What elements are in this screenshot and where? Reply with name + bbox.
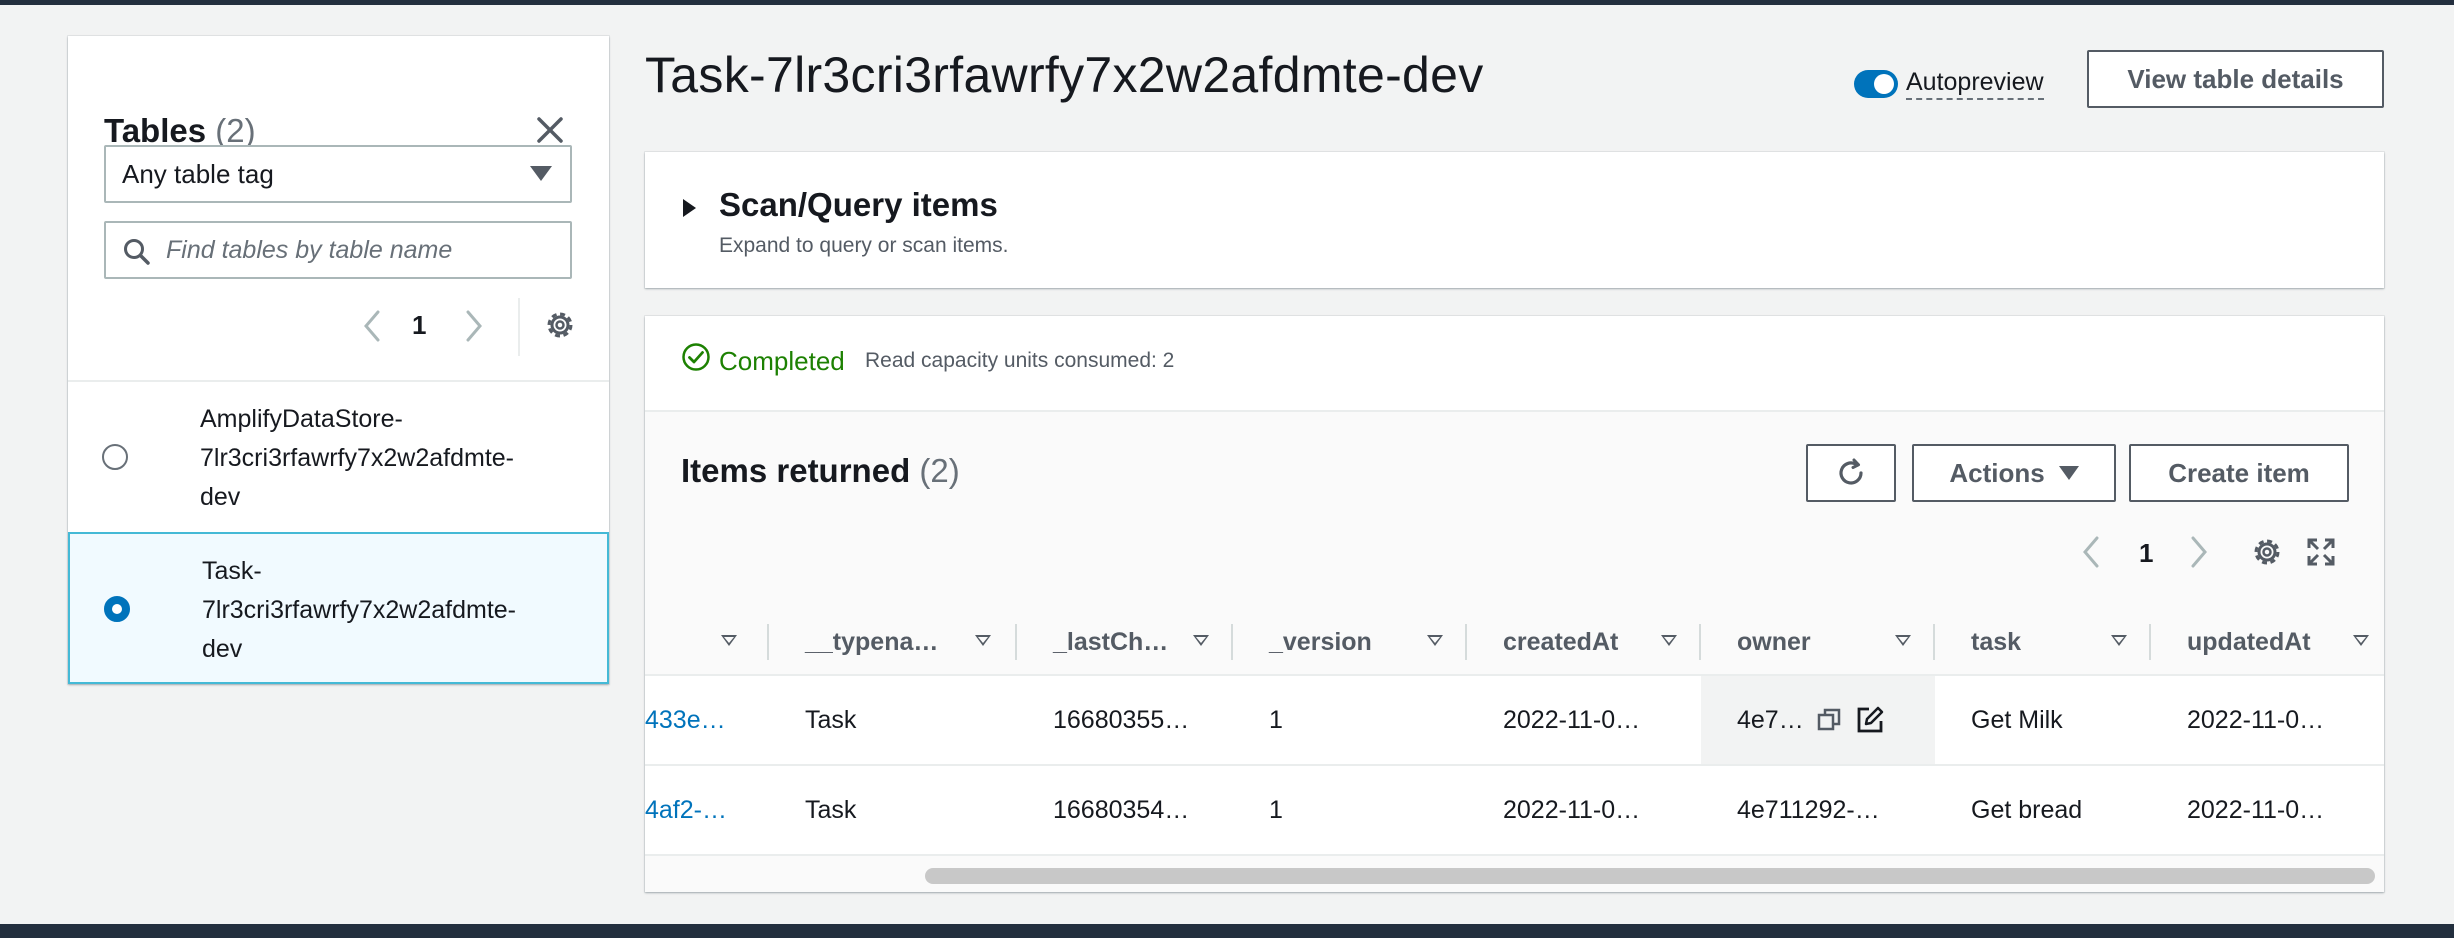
items-count: (2) [919, 452, 960, 489]
table-header: __typena… _lastCh… _version createdAt ow [645, 608, 2384, 676]
autopreview-label[interactable]: Autopreview [1906, 68, 2044, 100]
scan-query-subtitle: Expand to query or scan items. [719, 234, 1009, 257]
cell-updatedat: 2022-11-0… [2187, 795, 2325, 824]
radio-unselected[interactable] [102, 444, 128, 470]
column-header-owner[interactable]: owner [1701, 608, 1935, 676]
column-header-id[interactable] [645, 608, 769, 676]
cell-typename: Task [805, 705, 857, 734]
sidebar-page-number[interactable]: 1 [412, 310, 426, 341]
items-returned-heading: Items returned (2) [681, 452, 960, 489]
horizontal-scrollbar[interactable] [925, 868, 2375, 884]
scan-query-title[interactable]: Scan/Query items [719, 186, 998, 224]
items-panel: Completed Read capacity units consumed: … [645, 316, 2384, 892]
cell-owner: 4e7… [1701, 676, 1935, 764]
close-sidebar-button[interactable] [530, 110, 570, 150]
toggle-switch[interactable] [1854, 70, 1898, 98]
column-header-updatedat[interactable]: updatedAt [2151, 608, 2384, 676]
column-header-task[interactable]: task [1935, 608, 2151, 676]
cell-task: Get Milk [1971, 705, 2063, 734]
refresh-button[interactable] [1806, 444, 1896, 502]
close-icon [537, 117, 563, 143]
table-search-input[interactable]: Find tables by table name [104, 221, 572, 279]
table-row-amplifydatastore[interactable]: AmplifyDataStore- 7lr3cri3rfawrfy7x2w2af… [68, 380, 609, 530]
column-header-lastchanged[interactable]: _lastCh… [1017, 608, 1233, 676]
caret-down-icon [2058, 466, 2079, 480]
cell-createdat: 2022-11-0… [1503, 705, 1641, 734]
item-id-link[interactable]: 4af2-… [645, 766, 769, 854]
radio-selected[interactable] [104, 596, 130, 622]
pager-divider [518, 298, 520, 356]
status-text: Completed [719, 346, 845, 376]
actions-label: Actions [1949, 457, 2045, 488]
cell-lastchanged: 16680355… [1053, 705, 1190, 734]
sort-icon[interactable] [1427, 635, 1443, 646]
sort-icon[interactable] [2111, 635, 2127, 646]
search-placeholder: Find tables by table name [166, 235, 453, 264]
sort-icon[interactable] [1661, 635, 1677, 646]
tables-count: (2) [215, 112, 256, 149]
cell-version: 1 [1269, 795, 1283, 824]
top-nav-edge [0, 0, 2454, 5]
chevron-left-icon[interactable] [358, 308, 388, 344]
table-tag-select[interactable]: Any table tag [104, 145, 572, 203]
table-row-task[interactable]: Task- 7lr3cri3rfawrfy7x2w2afdmte- dev [68, 532, 609, 684]
caret-right-icon[interactable] [683, 199, 696, 217]
view-table-details-button[interactable]: View table details [2087, 50, 2384, 108]
edit-icon[interactable] [1856, 706, 1884, 734]
column-header-version[interactable]: _version [1233, 608, 1467, 676]
cell-lastchanged: 16680354… [1053, 795, 1190, 824]
sort-icon[interactable] [1193, 635, 1209, 646]
table-tag-select-value: Any table tag [122, 158, 274, 189]
search-icon [124, 239, 150, 265]
tables-sidebar: Tables (2) Any table tag Find tables by … [68, 36, 609, 684]
cell-owner: 4e711292-… [1737, 795, 1880, 824]
item-id-link[interactable]: 433e… [645, 676, 769, 764]
column-header-typename[interactable]: __typena… [769, 608, 1017, 676]
items-page-number[interactable]: 1 [2139, 538, 2153, 569]
bottom-bar [0, 924, 2454, 938]
page-title: Task-7lr3cri3rfawrfy7x2w2afdmte-dev [645, 47, 1484, 103]
cell-createdat: 2022-11-0… [1503, 795, 1641, 824]
sidebar-pagination: 1 [358, 298, 588, 358]
sort-icon[interactable] [975, 635, 991, 646]
cell-task: Get bread [1971, 795, 2083, 824]
create-item-button[interactable]: Create item [2129, 444, 2349, 502]
column-header-createdat[interactable]: createdAt [1467, 608, 1701, 676]
copy-icon[interactable] [1816, 706, 1844, 734]
chevron-right-icon[interactable] [2183, 534, 2213, 570]
cell-typename: Task [805, 795, 857, 824]
gear-icon[interactable] [2249, 534, 2285, 570]
table-row[interactable]: 4af2-… Task 16680354… 1 2022-11-0… 4e711… [645, 766, 2384, 856]
table-name: Task- 7lr3cri3rfawrfy7x2w2afdmte- dev [202, 557, 516, 663]
actions-button[interactable]: Actions [1912, 444, 2116, 502]
sort-icon[interactable] [2353, 635, 2369, 646]
autopreview-toggle[interactable]: Autopreview [1854, 66, 2044, 102]
refresh-icon [1839, 458, 1863, 485]
fullscreen-icon[interactable] [2305, 536, 2337, 568]
chevron-right-icon[interactable] [458, 308, 488, 344]
sort-icon[interactable] [721, 635, 737, 646]
gear-icon[interactable] [542, 307, 578, 343]
cell-updatedat: 2022-11-0… [2187, 705, 2325, 734]
check-circle-icon [682, 343, 710, 371]
caret-down-icon [530, 166, 552, 181]
read-capacity-text: Read capacity units consumed: 2 [865, 349, 1175, 372]
cell-version: 1 [1269, 705, 1283, 734]
status-bar: Completed Read capacity units consumed: … [645, 316, 2384, 412]
scan-query-panel[interactable]: Scan/Query items Expand to query or scan… [645, 152, 2384, 288]
table-name: AmplifyDataStore- 7lr3cri3rfawrfy7x2w2af… [200, 405, 514, 511]
sort-icon[interactable] [1895, 635, 1911, 646]
chevron-left-icon[interactable] [2077, 534, 2107, 570]
table-row[interactable]: 433e… Task 16680355… 1 2022-11-0… 4e7… G… [645, 676, 2384, 766]
